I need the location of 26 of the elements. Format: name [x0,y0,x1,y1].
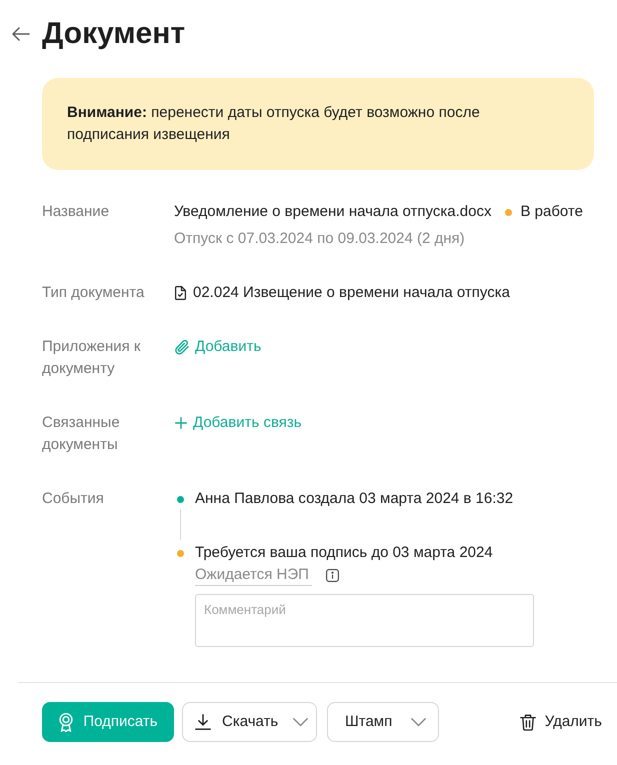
vacation-dates-text: Отпуск с 07.03.2024 по 09.03.2024 (2 дня) [174,229,466,249]
back-arrow-icon[interactable] [12,27,30,41]
trash-icon [520,714,536,730]
info-icon [326,568,339,582]
signature-status-text: Ожидается НЭП [195,564,312,586]
plus-icon [175,417,187,429]
award-icon [58,712,74,732]
document-type-text: 02.024 Извещение о времени начала отпуска [193,283,510,303]
field-label: Название [42,202,110,222]
download-button[interactable]: Скачать [182,702,317,742]
field-label: События [42,489,105,509]
event-text: Анна Павлова создала 03 марта 2024 в 16:32 [195,489,514,509]
page-title: Документ [42,16,186,52]
field-label: Связанные документы [42,413,121,455]
status-label: В работе [520,202,583,222]
field-label: Тип документа [42,283,146,303]
download-icon [195,714,211,730]
delete-button[interactable]: Удалить [520,702,602,742]
comment-field[interactable]: Комментарий [195,594,534,647]
document-name: Уведомление о времени начала отпуска.docx [174,202,492,222]
paperclip-icon [174,340,189,354]
stamp-button[interactable]: Штамп [327,702,439,742]
document-icon [175,286,186,300]
event-text: Требуется ваша подпись до 03 марта 2024 [195,543,494,563]
alert-text: Внимание: перенести даты отпуска будет возможно после подписания извещения [67,103,481,145]
field-label: Приложения к документу [42,337,142,379]
